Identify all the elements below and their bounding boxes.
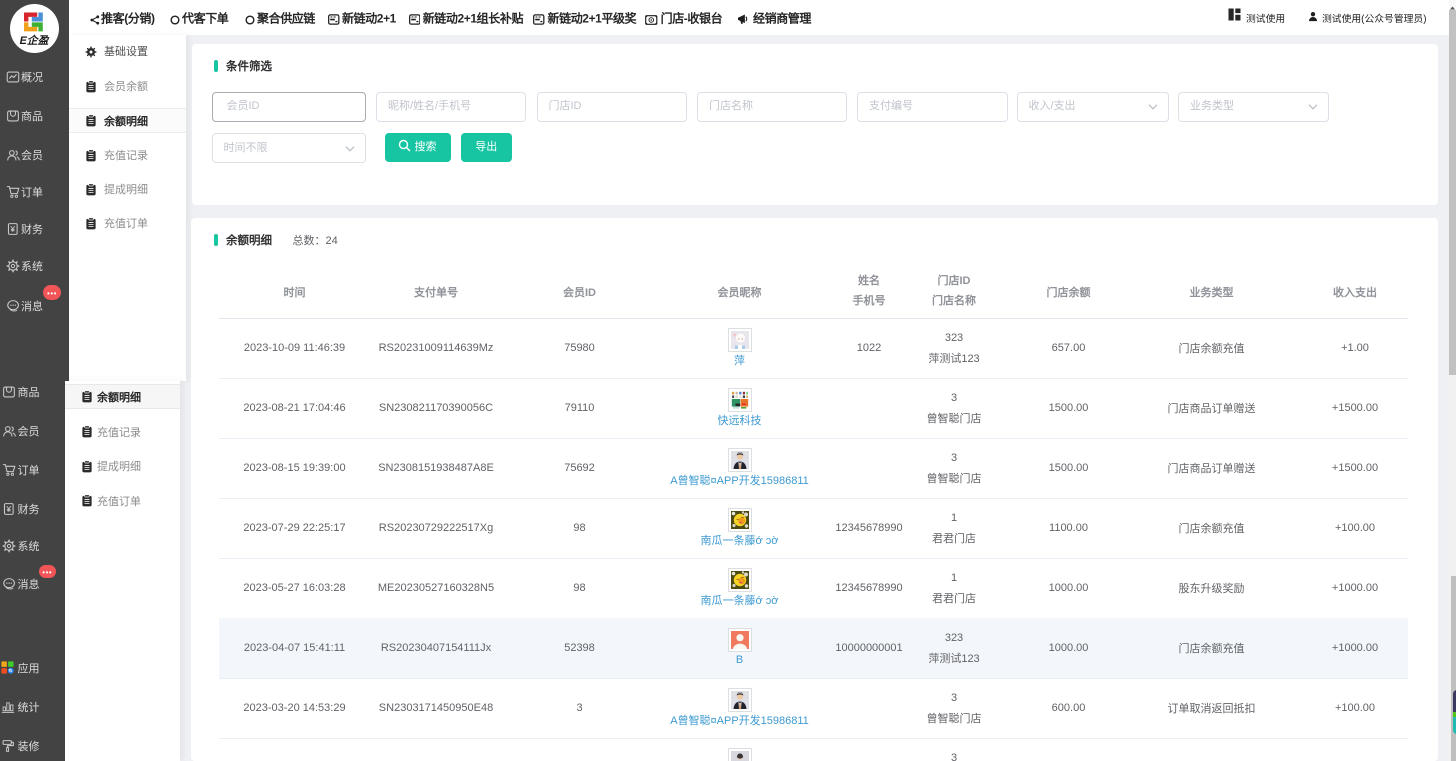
svg-text:E企盈: E企盈	[20, 34, 50, 47]
